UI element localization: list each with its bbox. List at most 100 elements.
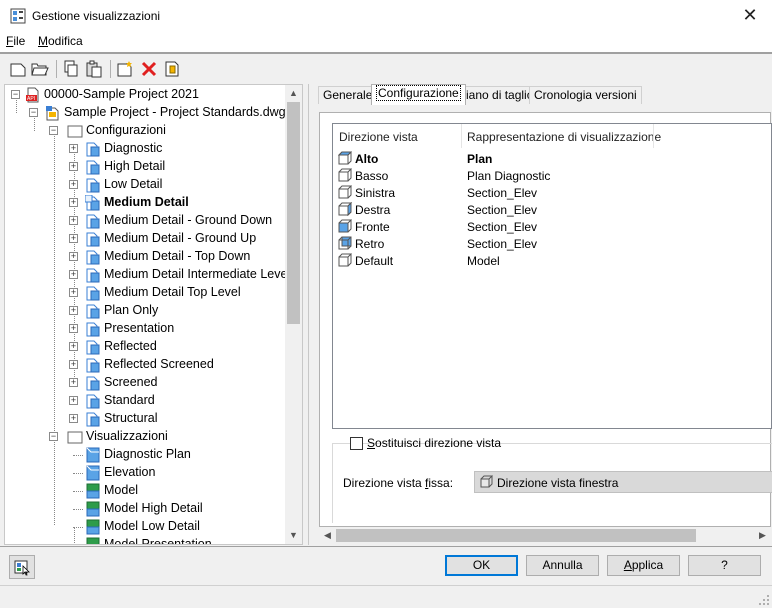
tree-item[interactable]: Elevation [5, 464, 287, 482]
expand-icon[interactable]: + [69, 324, 78, 333]
help-question-button[interactable]: ? [688, 555, 761, 576]
tree-view[interactable]: Model Presentation Model Low Detail Model … [4, 84, 303, 545]
expand-icon[interactable]: + [69, 360, 78, 369]
tree-item[interactable]: + Structural [5, 410, 287, 428]
tree-item-label: 00000-Sample Project 2021 [44, 87, 199, 101]
tree-item[interactable]: + Medium Detail - Ground Up [5, 230, 287, 248]
scroll-left-icon[interactable]: ◀ [319, 527, 336, 544]
expand-icon[interactable]: + [69, 180, 78, 189]
expand-icon[interactable]: + [69, 378, 78, 387]
expand-icon[interactable]: + [69, 342, 78, 351]
tree-item[interactable]: + Presentation [5, 320, 287, 338]
folder-icon [67, 431, 83, 444]
tree-item-label: Medium Detail Intermediate Level [104, 267, 291, 281]
tab-configurazione[interactable]: Configurazione [371, 84, 466, 105]
tree-item[interactable]: + Reflected [5, 338, 287, 356]
tree-item-label: Low Detail [104, 177, 163, 191]
scroll-down-icon[interactable]: ▼ [285, 527, 302, 544]
resize-grip-icon[interactable] [758, 594, 770, 606]
help-button[interactable] [9, 555, 35, 579]
tree-item[interactable]: Model Low Detail [5, 518, 287, 536]
tab-generale[interactable]: Generale [318, 86, 378, 104]
copy-icon[interactable] [62, 60, 80, 78]
tree-item[interactable]: + High Detail [5, 158, 287, 176]
collapse-icon[interactable]: − [49, 432, 58, 441]
properties-pane: Generale Configurazione Piano di taglio … [308, 84, 772, 545]
column-divider[interactable] [461, 124, 462, 148]
list-row[interactable]: Alto Plan [333, 151, 771, 168]
tree-item[interactable]: − Configurazioni [5, 122, 287, 140]
column-divider[interactable] [653, 124, 654, 148]
checkbox-box[interactable] [350, 437, 363, 450]
tree-item[interactable]: + Screened [5, 374, 287, 392]
tree-item[interactable]: − API 00000-Sample Project 2021 [5, 86, 287, 104]
collapse-icon[interactable]: − [29, 108, 38, 117]
column-header-direction[interactable]: Direzione vista [339, 130, 418, 144]
tree-item[interactable]: + Plan Only [5, 302, 287, 320]
expand-icon[interactable]: + [69, 234, 78, 243]
tree-item[interactable]: − Visualizzazioni [5, 428, 287, 446]
tree-item[interactable]: + Standard [5, 392, 287, 410]
purge-icon[interactable] [163, 60, 181, 78]
expand-icon[interactable]: + [69, 270, 78, 279]
tree-item[interactable]: + Medium Detail - Top Down [5, 248, 287, 266]
display-rep-icon [86, 465, 100, 481]
close-icon[interactable]: ✕ [736, 3, 764, 29]
expand-icon[interactable]: + [69, 252, 78, 261]
tab-piano-di-taglio[interactable]: Piano di taglio [453, 86, 539, 104]
override-direction-checkbox[interactable]: Sostituisci direzione vista [350, 436, 501, 451]
expand-icon[interactable]: + [69, 414, 78, 423]
list-row[interactable]: Retro Section_Elev [333, 236, 771, 253]
config-icon [86, 394, 100, 409]
column-header-representation[interactable]: Rappresentazione di visualizzazione [467, 130, 661, 144]
expand-icon[interactable]: + [69, 144, 78, 153]
tree-item[interactable]: + Low Detail [5, 176, 287, 194]
expand-icon[interactable]: + [69, 198, 78, 207]
tree-item[interactable]: + Medium Detail [5, 194, 287, 212]
config-active-icon [85, 195, 100, 211]
view-direction-list[interactable]: Direzione vista Rappresentazione di visu… [332, 123, 772, 429]
horizontal-scrollbar[interactable]: ◀ ▶ [319, 527, 771, 544]
tree-item[interactable]: Model Presentation [5, 536, 287, 544]
scroll-up-icon[interactable]: ▲ [285, 85, 302, 102]
expand-icon[interactable]: + [69, 306, 78, 315]
tree-item[interactable]: + Reflected Screened [5, 356, 287, 374]
footer-separator [0, 546, 772, 547]
scrollbar-thumb[interactable] [336, 529, 696, 542]
tree-item[interactable]: − Sample Project - Project Standards.dwg [5, 104, 287, 122]
new-icon[interactable] [9, 60, 27, 78]
ok-button[interactable]: OK [445, 555, 518, 576]
delete-icon[interactable] [140, 60, 158, 78]
expand-icon[interactable]: + [69, 162, 78, 171]
list-row[interactable]: Fronte Section_Elev [333, 219, 771, 236]
paste-icon[interactable] [85, 60, 103, 78]
list-row[interactable]: Default Model [333, 253, 771, 270]
list-row[interactable]: Destra Section_Elev [333, 202, 771, 219]
open-icon[interactable] [31, 60, 49, 78]
tree-item[interactable]: + Medium Detail - Ground Down [5, 212, 287, 230]
scrollbar-thumb[interactable] [287, 102, 300, 324]
expand-icon[interactable]: + [69, 396, 78, 405]
tree-item[interactable]: + Medium Detail Top Level [5, 284, 287, 302]
tab-cronologia-versioni[interactable]: Cronologia versioni [529, 86, 642, 104]
tree-item[interactable]: Model High Detail [5, 500, 287, 518]
collapse-icon[interactable]: − [49, 126, 58, 135]
apply-button[interactable]: Applica [607, 555, 680, 576]
expand-icon[interactable]: + [69, 216, 78, 225]
list-row[interactable]: Basso Plan Diagnostic [333, 168, 771, 185]
tree-item[interactable]: Model [5, 482, 287, 500]
tree-item[interactable]: + Diagnostic [5, 140, 287, 158]
collapse-icon[interactable]: − [11, 90, 20, 99]
scroll-right-icon[interactable]: ▶ [754, 527, 771, 544]
tree-item[interactable]: Diagnostic Plan [5, 446, 287, 464]
list-row[interactable]: Sinistra Section_Elev [333, 185, 771, 202]
fixed-direction-label: Direzione vista fissa: [343, 476, 454, 490]
menu-modifica[interactable]: Modifica [38, 34, 83, 48]
toolbar-separator [110, 60, 111, 78]
cancel-button[interactable]: Annulla [526, 555, 599, 576]
add-icon[interactable] [116, 60, 134, 78]
expand-icon[interactable]: + [69, 288, 78, 297]
tree-item[interactable]: + Medium Detail Intermediate Level [5, 266, 291, 284]
tree-scrollbar[interactable]: ▲ ▼ [285, 85, 302, 544]
menu-file[interactable]: File [6, 34, 25, 48]
